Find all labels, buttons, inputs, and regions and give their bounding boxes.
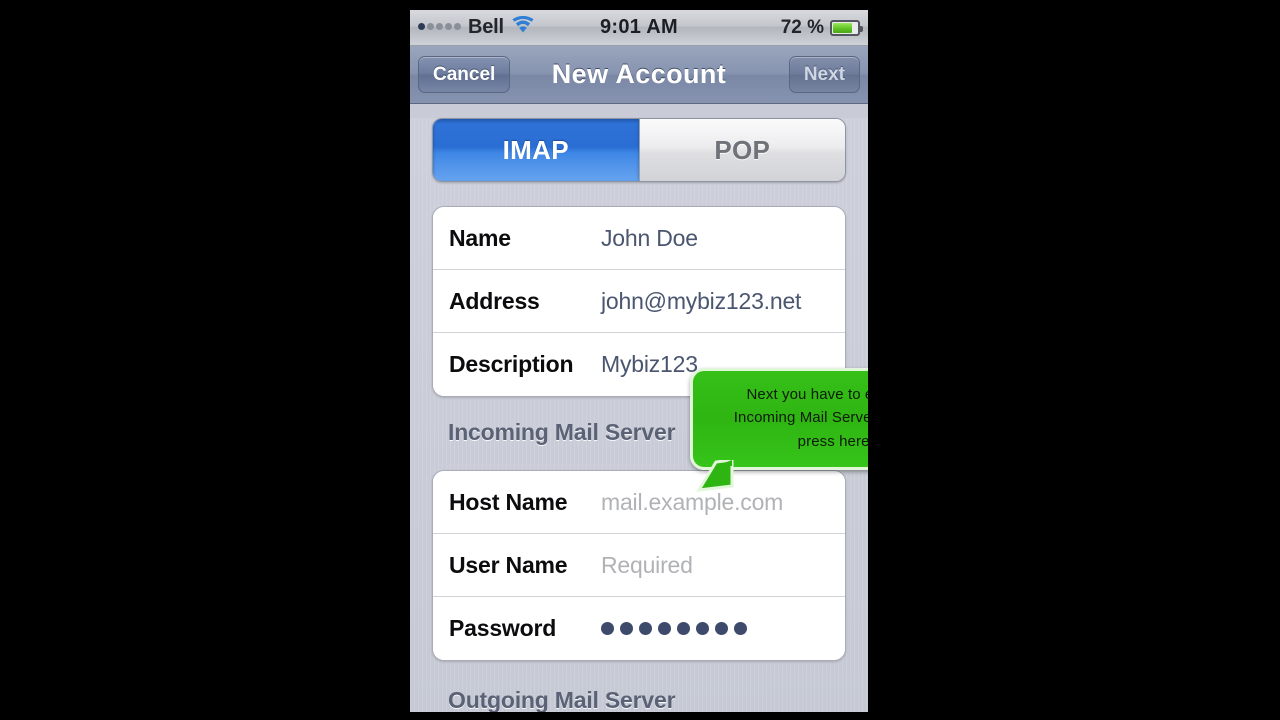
- phone-screen: Bell 9:01 AM 72 % Cancel New Account Nex…: [410, 10, 868, 720]
- protocol-segmented-control[interactable]: IMAP POP: [432, 118, 846, 182]
- name-label: Name: [449, 224, 511, 251]
- status-bar: Bell 9:01 AM 72 %: [410, 10, 868, 46]
- navigation-bar: Cancel New Account Next: [410, 46, 868, 104]
- letterbox-bottom: [410, 712, 868, 720]
- table-row-name[interactable]: Name John Doe: [433, 207, 845, 270]
- password-label: Password: [449, 615, 557, 641]
- description-field[interactable]: Mybiz123: [601, 351, 698, 378]
- outgoing-mail-server-header: Outgoing Mail Server: [448, 687, 676, 713]
- host-name-label: Host Name: [449, 488, 568, 515]
- next-button[interactable]: Next: [788, 56, 860, 93]
- host-name-input[interactable]: mail.example.com: [601, 489, 783, 516]
- address-field[interactable]: john@mybiz123.net: [601, 288, 801, 315]
- user-name-input[interactable]: Required: [601, 552, 693, 579]
- segment-pop[interactable]: POP: [638, 119, 845, 181]
- status-bar-right: 72 %: [780, 16, 863, 39]
- segment-imap[interactable]: IMAP: [433, 119, 639, 181]
- battery-icon: [830, 19, 863, 36]
- signal-dots-icon: [418, 23, 461, 32]
- battery-percent-label: 72 %: [780, 16, 824, 38]
- letterbox-left: [0, 0, 410, 720]
- incoming-mail-server-group: Host Name mail.example.com User Name Req…: [432, 470, 846, 661]
- user-name-label: User Name: [449, 551, 568, 578]
- table-row-user-name[interactable]: User Name Required: [433, 534, 845, 597]
- letterbox-top: [410, 0, 868, 10]
- tooltip-tail-icon: [696, 460, 734, 492]
- carrier-label: Bell: [468, 16, 504, 38]
- status-bar-left: Bell: [418, 15, 535, 39]
- wifi-icon: [511, 15, 535, 39]
- letterbox-right: [868, 0, 1280, 720]
- cancel-button[interactable]: Cancel: [418, 56, 511, 93]
- description-label: Description: [449, 351, 574, 377]
- name-field[interactable]: John Doe: [601, 225, 698, 252]
- table-row-password[interactable]: Password: [433, 597, 845, 660]
- address-label: Address: [449, 287, 540, 314]
- password-input[interactable]: [601, 622, 747, 635]
- table-row-host-name[interactable]: Host Name mail.example.com: [433, 471, 845, 534]
- table-row-address[interactable]: Address john@mybiz123.net: [433, 270, 845, 333]
